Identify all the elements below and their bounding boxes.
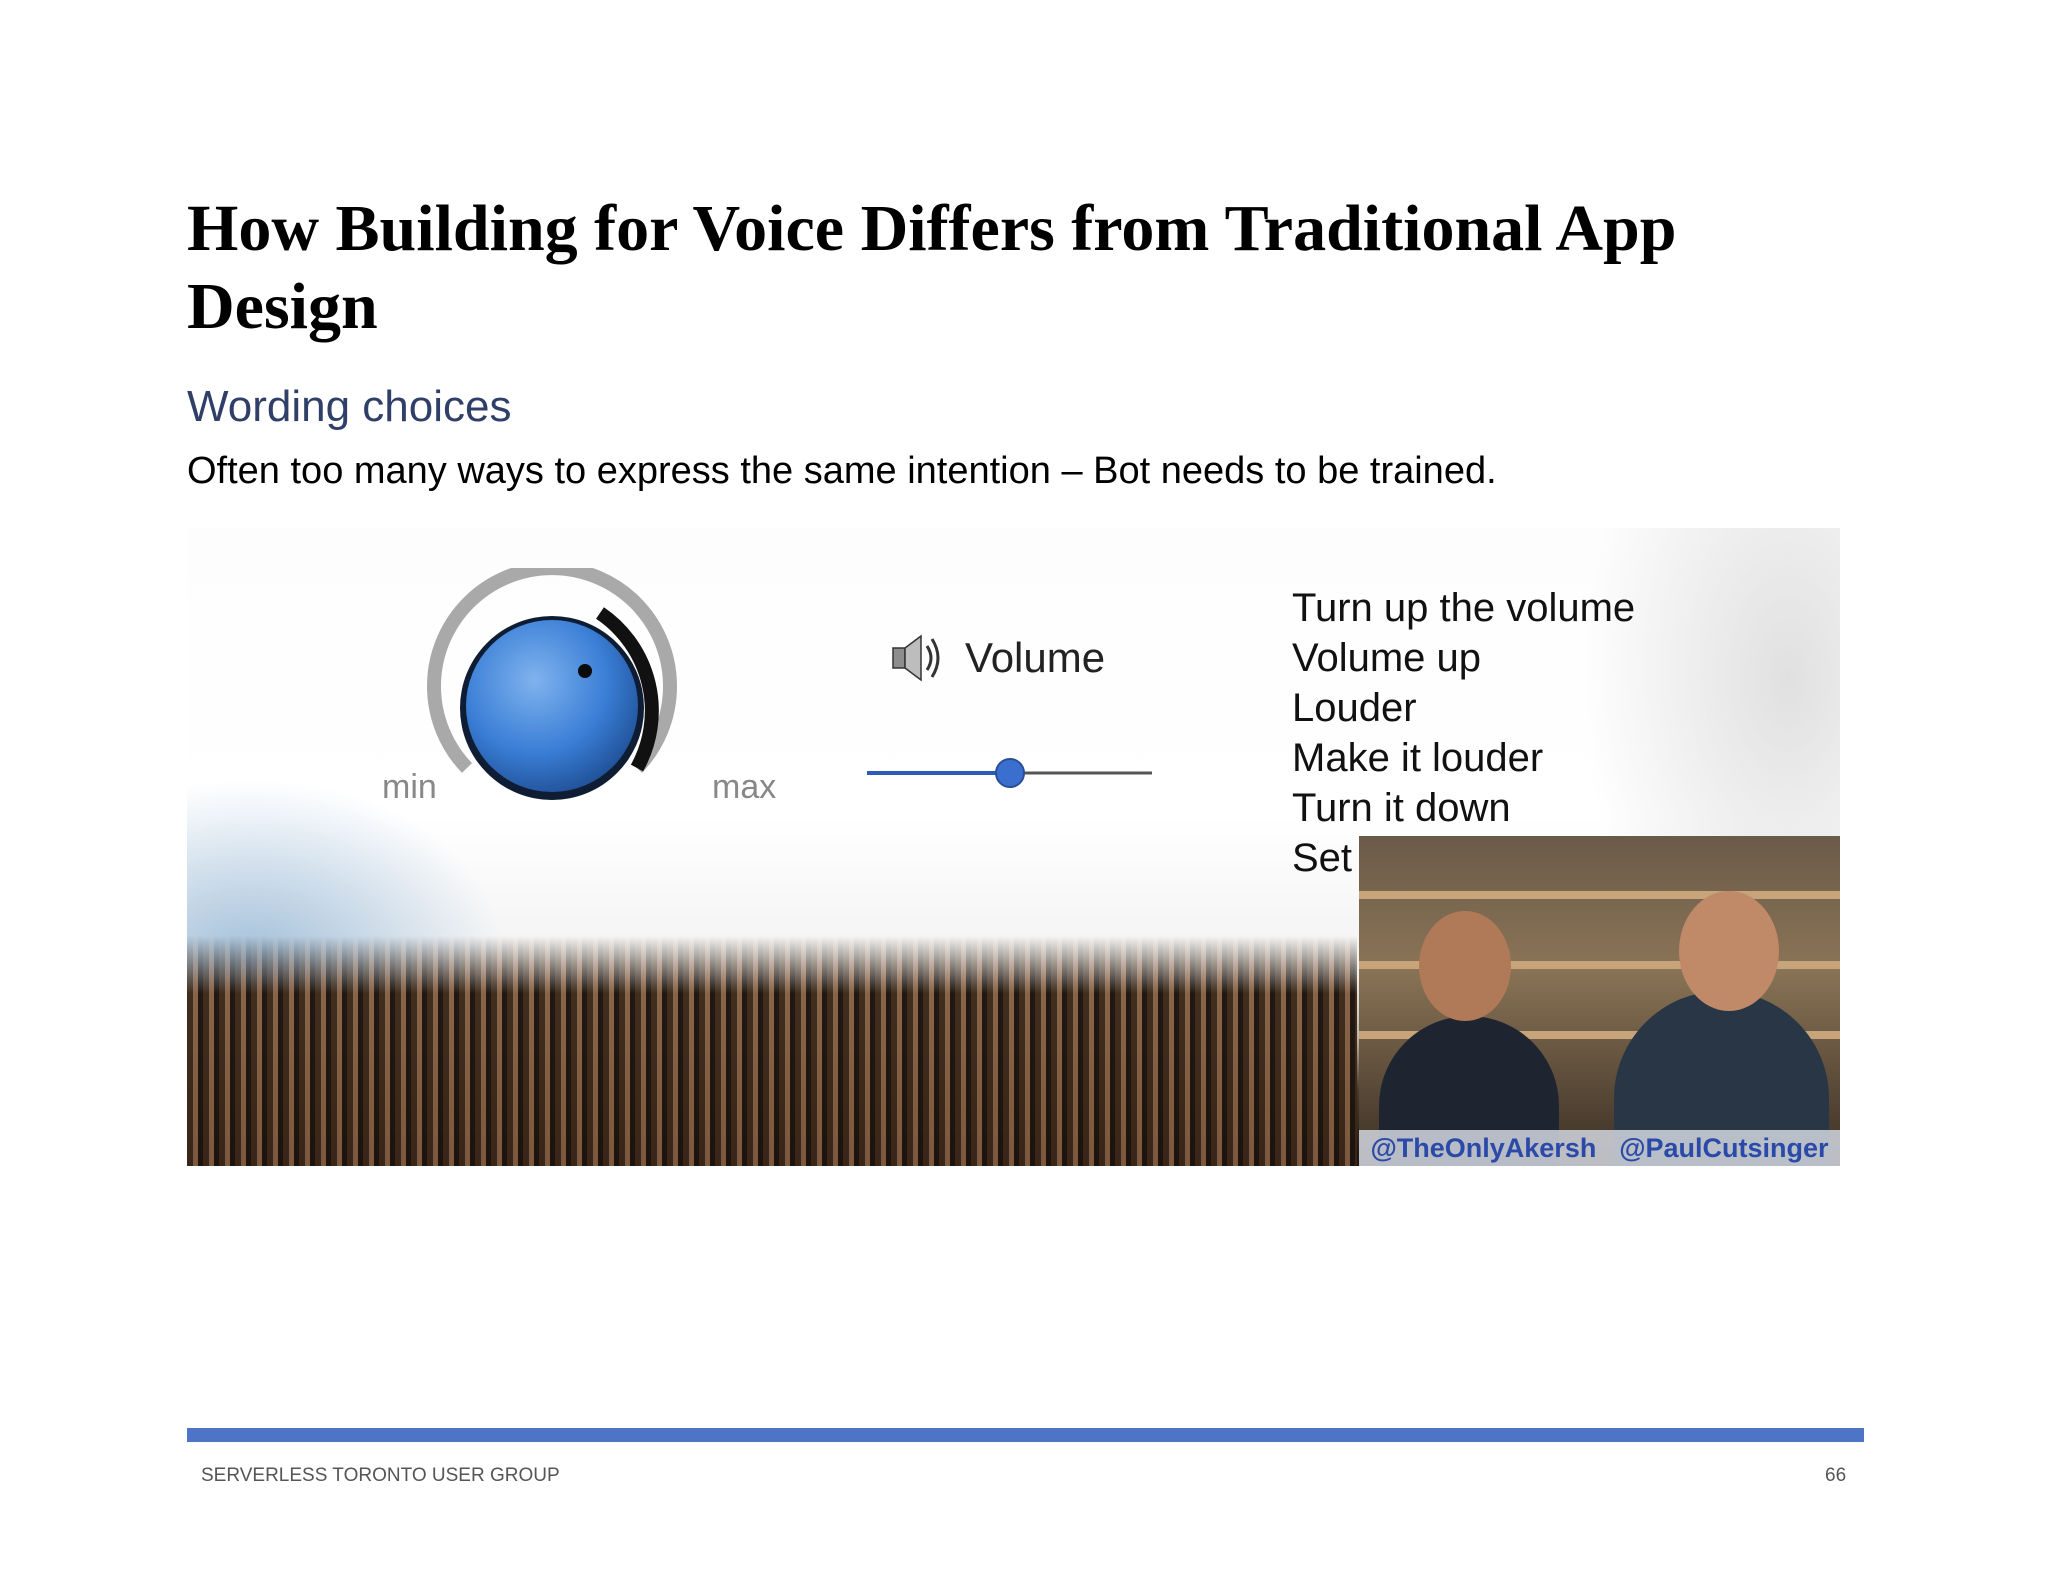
slider-thumb: [995, 758, 1025, 788]
knob-max-label: max: [712, 768, 777, 806]
footer-rule: [187, 1428, 1864, 1442]
page-number: 66: [1825, 1465, 1847, 1486]
presenter-left-head: [1419, 911, 1511, 1021]
footer-group-name: SERVERLESS TORONTO USER GROUP: [201, 1465, 560, 1486]
utterance-item: Turn up the volume: [1292, 586, 1636, 630]
presenter-right-head: [1679, 891, 1779, 1011]
slide-subtitle: Wording choices: [187, 382, 512, 431]
slider-graphic: [867, 758, 1152, 788]
utterance-item: Make it louder: [1292, 736, 1544, 780]
slide-title: How Building for Voice Differs from Trad…: [187, 192, 1677, 343]
volume-illustration: min max Volume Turn up the volume Volume…: [187, 528, 1840, 1166]
volume-knob: min max: [342, 561, 782, 808]
knob-min-label: min: [382, 768, 437, 806]
concert-crowd: [187, 936, 1357, 1166]
volume-heading: Volume: [887, 628, 1105, 688]
slide-body-text: Often too many ways to express the same …: [187, 450, 1497, 492]
utterance-item: Louder: [1292, 686, 1417, 730]
handle-right: @PaulCutsinger: [1619, 1132, 1829, 1163]
volume-label: Volume: [965, 634, 1106, 681]
utterance-item: Volume up: [1292, 636, 1482, 680]
speaker-video-inset: @TheOnlyAkersh @PaulCutsinger: [1359, 836, 1840, 1166]
twitter-handles: @TheOnlyAkersh @PaulCutsinger: [1359, 1130, 1840, 1166]
volume-slider: [867, 753, 1152, 793]
handle-left: @TheOnlyAkersh: [1370, 1132, 1597, 1163]
utterance-item: Turn it down: [1292, 786, 1511, 830]
speaker-icon: [892, 634, 940, 682]
bookshelf-shelf: [1359, 891, 1840, 899]
